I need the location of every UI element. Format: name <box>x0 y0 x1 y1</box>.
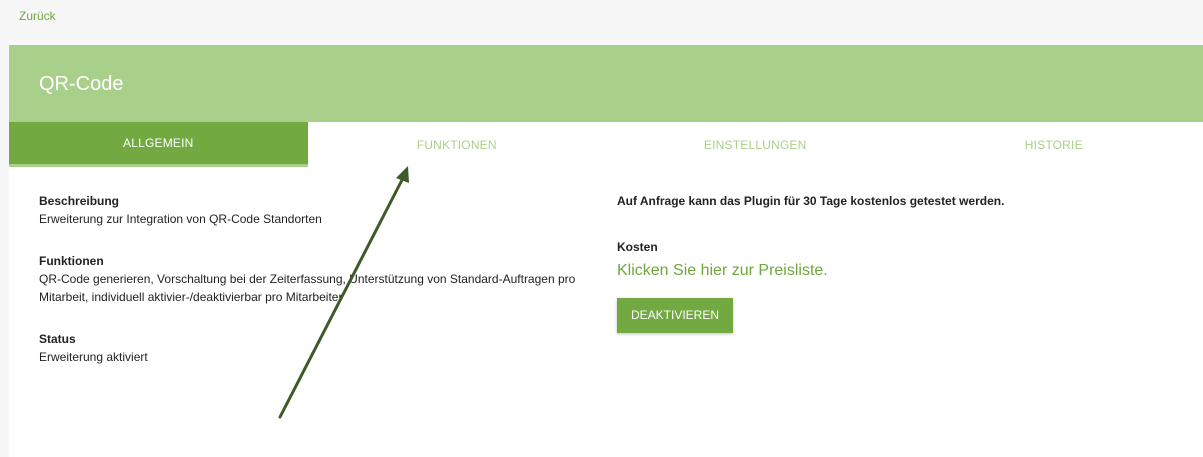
tab-funktionen[interactable]: FUNKTIONEN <box>308 122 607 167</box>
tab-content: Beschreibung Erweiterung zur Integration… <box>9 167 1203 457</box>
status-heading: Status <box>39 332 76 346</box>
status-text: Erweiterung aktiviert <box>39 350 148 364</box>
functions-section: Funktionen QR-Code generieren, Vorschalt… <box>39 252 579 306</box>
details-column: Beschreibung Erweiterung zur Integration… <box>39 192 579 390</box>
tab-bar: ALLGEMEIN FUNKTIONEN EINSTELLUNGEN HISTO… <box>9 122 1203 167</box>
functions-text: QR-Code generieren, Vorschaltung bei der… <box>39 272 576 304</box>
costs-heading: Kosten <box>617 240 658 254</box>
description-heading: Beschreibung <box>39 194 120 208</box>
deactivate-button[interactable]: DEAKTIVIEREN <box>617 298 734 333</box>
card-header: QR-Code <box>9 45 1203 122</box>
page-title: QR-Code <box>39 73 124 95</box>
tab-einstellungen[interactable]: EINSTELLUNGEN <box>606 122 905 167</box>
trial-note: Auf Anfrage kann das Plugin für 30 Tage … <box>617 194 1005 208</box>
tab-allgemein[interactable]: ALLGEMEIN <box>9 122 308 167</box>
tab-historie[interactable]: HISTORIE <box>905 122 1203 167</box>
pricing-column: Auf Anfrage kann das Plugin für 30 Tage … <box>617 192 1177 333</box>
description-section: Beschreibung Erweiterung zur Integration… <box>39 192 579 228</box>
description-text: Erweiterung zur Integration von QR-Code … <box>39 212 322 226</box>
plugin-card: QR-Code ALLGEMEIN FUNKTIONEN EINSTELLUNG… <box>9 45 1203 457</box>
functions-heading: Funktionen <box>39 254 104 268</box>
status-section: Status Erweiterung aktiviert <box>39 330 579 366</box>
back-link[interactable]: Zurück <box>19 9 56 23</box>
price-list-link[interactable]: Klicken Sie hier zur Preisliste. <box>617 260 1177 282</box>
